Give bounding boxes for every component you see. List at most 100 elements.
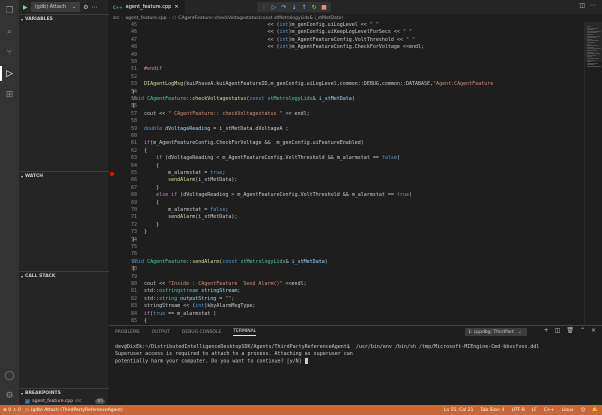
code-line[interactable]: 82 std::string outputString = ""; [109, 296, 584, 303]
code-line[interactable]: 59 double dVoltageReading = i_stMetData.… [109, 126, 584, 133]
line-number: 75 [130, 244, 137, 250]
panel-tab-debug-console[interactable]: DEBUG CONSOLE [182, 330, 221, 335]
line-ending[interactable]: LF [532, 408, 537, 413]
platform[interactable]: Linux [562, 408, 574, 413]
more-actions-icon[interactable]: ⋯ [590, 2, 596, 9]
code-line[interactable]: 55 void CAgentFeature::checkVoltagestatus… [109, 96, 584, 103]
restart-icon[interactable]: ↻ [310, 4, 318, 11]
code-line[interactable]: 46 << (int)m_genConfig.uiKeepLogLevelFor… [109, 29, 584, 36]
step-into-icon[interactable]: ↓ [290, 4, 298, 11]
debug-toolbar: ▶ (gdb) Attach ⌄ ⚙ ⋯ [19, 0, 108, 14]
code-line[interactable]: 73 } [109, 229, 584, 236]
code-line[interactable]: 68 else if (dVoltageReading > m_AgentFea… [109, 192, 584, 199]
code-line[interactable]: 70 m_alarmstat = false; [109, 207, 584, 214]
code-line[interactable]: 81 std::ostringstream stringStream; [109, 288, 584, 295]
code-line[interactable]: 64 { [109, 163, 584, 170]
code-line[interactable]: 49 [109, 52, 584, 59]
tab-agent-feature-cpp[interactable]: C++ agent_feature.cpp × [109, 0, 185, 14]
run-debug-icon[interactable]: ▷ [0, 66, 15, 81]
code-line[interactable]: 71 sendAlarm(i_stMetData); [109, 214, 584, 221]
explorer-icon[interactable]: ❐ [4, 5, 15, 16]
grip-icon[interactable]: ⋮ [260, 4, 268, 11]
code-line[interactable]: 54} [109, 89, 584, 96]
code-line[interactable]: 74} [109, 237, 584, 244]
debug-status[interactable]: ▷ (gdb) Attach (ThirdPartyReferenceAgent… [26, 408, 123, 413]
language-mode[interactable]: C++ [544, 408, 555, 413]
extensions-icon[interactable]: ⊞ [4, 89, 15, 100]
panel-tab-problems[interactable]: PROBLEMS [115, 330, 140, 335]
code-line[interactable]: 47 << (int)m_AgentFeatureConfig.VoltThre… [109, 37, 584, 44]
breadcrumb-folder[interactable]: src [113, 16, 120, 21]
panel-tab-terminal[interactable]: TERMINAL [233, 329, 257, 336]
close-icon[interactable]: × [591, 327, 596, 334]
breakpoint-item[interactable]: ✓ agent_feature.cpp src 65 [19, 397, 109, 405]
code-line[interactable]: 58 [109, 118, 584, 125]
minimap[interactable] [584, 22, 602, 325]
variables-section-header[interactable]: ▾ VARIABLES [19, 14, 109, 23]
continue-icon[interactable]: ▷ [270, 4, 278, 11]
code-line[interactable]: 50 [109, 59, 584, 66]
notifications-icon[interactable]: 🔔 [592, 408, 598, 413]
code-line[interactable]: 79 [109, 274, 584, 281]
line-number: 52 [130, 73, 137, 80]
code-line[interactable]: 52 [109, 74, 584, 81]
settings-gear-icon[interactable]: ⚙ [4, 390, 15, 401]
code-line[interactable]: 83 stringStream << (int)kbyAlarmMsgType; [109, 303, 584, 310]
checkbox-checked-icon[interactable]: ✓ [25, 398, 30, 404]
terminal-output[interactable]: dev@DixEk:~/DistributedIntelligenceDeskt… [115, 344, 595, 366]
tab-size[interactable]: Tab Size: 4 [481, 408, 505, 413]
code-line[interactable]: 69 { [109, 200, 584, 207]
code-line[interactable]: 57 cout << " CAgentFeature:: checkVoltag… [109, 111, 584, 118]
code-line[interactable]: 45 << (int)m_genConfig.uiLogLevel << " " [109, 22, 584, 29]
code-line[interactable]: 84 if(true == m_alarmstat ) [109, 311, 584, 318]
trash-icon[interactable]: 🗑 [566, 327, 574, 334]
code-line[interactable]: 72 } [109, 222, 584, 229]
code-editor[interactable]: 45 << (int)m_genConfig.uiLogLevel << " "… [109, 22, 584, 325]
more-icon[interactable]: ⋯ [91, 4, 97, 11]
problems-count[interactable]: ⊗ 0 ⚠ 0 [3, 408, 21, 413]
breadcrumb-file[interactable]: agent_feature.cpp [125, 16, 166, 21]
account-icon[interactable]: ◯ [4, 370, 15, 381]
code-line[interactable]: 66 sendAlarm(i_stMetData); [109, 177, 584, 184]
code-line[interactable]: 75 [109, 244, 584, 251]
code-line[interactable]: 60 [109, 133, 584, 140]
code-line[interactable]: 65 m_alarmstat = true; [109, 170, 584, 177]
source-control-icon[interactable]: ⑂ [4, 47, 15, 58]
code-line[interactable]: 53 DIAgentLogMsg(kuiPhaseA.kuiAgentFeatu… [109, 81, 584, 88]
breadcrumb-symbol[interactable]: CAgentFeature::checkVoltagestatus(const … [178, 16, 343, 21]
search-icon[interactable]: ⌕ [4, 26, 15, 37]
start-debugging-icon[interactable]: ▶ [23, 4, 28, 11]
chevron-up-icon[interactable]: ⌃ [580, 327, 585, 334]
breakpoints-section-header[interactable]: ▾ BREAKPOINTS [19, 388, 109, 397]
panel-tab-output[interactable]: OUTPUT [152, 330, 170, 335]
debug-config-select[interactable]: (gdb) Attach ⌄ [30, 2, 81, 12]
code-line[interactable]: 56{ [109, 103, 584, 110]
call-stack-section-header[interactable]: ▾ CALL STACK [19, 271, 109, 280]
terminal-select[interactable]: 1: cppdbg: ThirdPart ⌄ [465, 328, 527, 336]
feedback-icon[interactable]: ☺ [581, 408, 586, 413]
code-line[interactable]: 67 } [109, 185, 584, 192]
split-terminal-icon[interactable]: ◫ [555, 327, 561, 334]
step-over-icon[interactable]: ↷ [280, 4, 288, 11]
close-icon[interactable]: × [174, 4, 178, 10]
stop-icon[interactable]: ■ [320, 4, 328, 11]
code-line[interactable]: 80 cout << "Inside : CAgentFeature Send … [109, 281, 584, 288]
gear-icon[interactable]: ⚙ [83, 4, 88, 11]
code-line[interactable]: 85 { [109, 318, 584, 325]
code-line[interactable]: 48 << (int)m_AgentFeatureConfig.CheckFor… [109, 44, 584, 51]
code-line[interactable]: 78{ [109, 266, 584, 273]
chevron-down-icon: ▾ [21, 273, 24, 279]
new-terminal-icon[interactable]: + [544, 327, 549, 334]
code-line[interactable]: 77 void CAgentFeature::sendAlarm(const st… [109, 259, 584, 266]
step-out-icon[interactable]: ↑ [300, 4, 308, 11]
code-line[interactable]: 62 { [109, 148, 584, 155]
encoding[interactable]: UTF-8 [512, 408, 525, 413]
watch-section-header[interactable]: ▾ WATCH [19, 171, 109, 180]
cursor-position[interactable]: Ln 55, Col 21 [444, 408, 474, 413]
code-line[interactable]: 76 [109, 251, 584, 258]
split-editor-icon[interactable]: ◫ [579, 2, 585, 9]
code-line[interactable]: 61 if(m_AgentFeatureConfig.CheckForVolta… [109, 140, 584, 147]
terminal-cursor [304, 358, 308, 364]
code-line[interactable]: 51 #endif [109, 66, 584, 73]
code-line[interactable]: 63 if (dVoltageReading < m_AgentFeatureC… [109, 155, 584, 162]
